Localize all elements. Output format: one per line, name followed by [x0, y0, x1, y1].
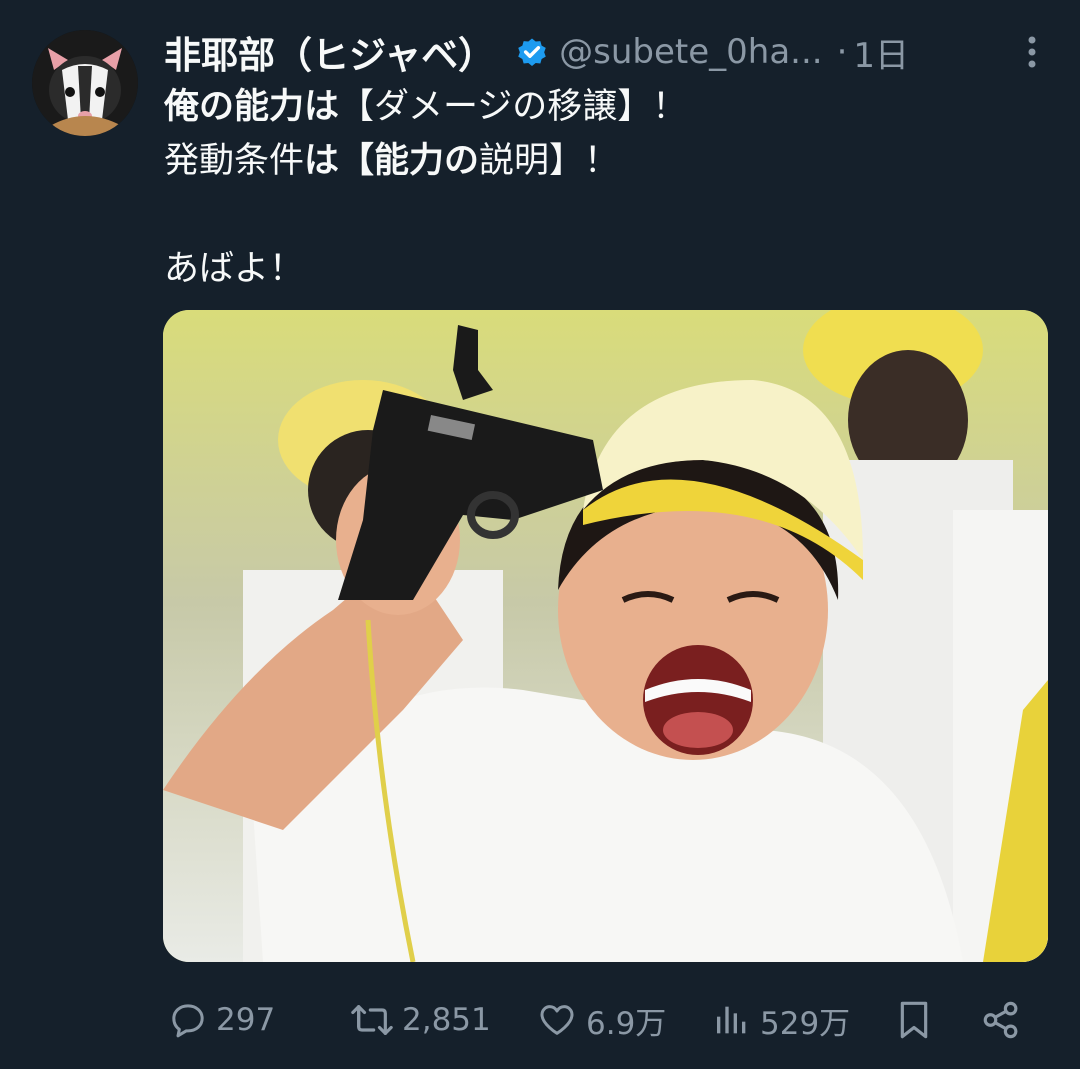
tweet-line-2-part-1: 発動条件	[164, 141, 305, 181]
tweet-action-bar: 297 2,851 6.9万 529万	[0, 990, 1080, 1050]
like-count: 6.9万	[586, 1005, 667, 1042]
avatar[interactable]	[32, 30, 138, 136]
tweet-line-1-rest: 【ダメージの移譲】！	[339, 87, 688, 127]
tweet-line-1-bold: 俺の能力は	[164, 87, 340, 127]
tweet-text: 俺の能力は【ダメージの移譲】！ 発動条件は【能力の説明】！ あばよ！	[164, 80, 1040, 296]
views-icon	[717, 1006, 746, 1034]
bookmark-icon	[900, 1001, 928, 1039]
bookmark-button[interactable]	[894, 990, 934, 1050]
tweet-line-4: あばよ！	[164, 249, 305, 289]
share-button[interactable]	[980, 990, 1022, 1050]
retweet-button[interactable]: 2,851	[350, 990, 491, 1050]
verified-badge-icon	[518, 38, 546, 67]
reply-count: 297	[216, 1002, 276, 1038]
author-name[interactable]: 非耶部（ヒジャベ）	[164, 25, 495, 79]
tweet-line-3	[164, 188, 1040, 242]
tweet-line-2: 発動条件は【能力の説明】！	[164, 134, 1040, 188]
photo-illustration	[163, 310, 1048, 962]
timestamp[interactable]: 1日	[853, 28, 909, 77]
tweet-header: 非耶部（ヒジャベ） @subete_0ha... · 1日	[164, 22, 1050, 82]
retweet-count: 2,851	[402, 1002, 491, 1038]
tweet-line-2-bold: は【能力の	[304, 141, 480, 181]
separator-dot: ·	[836, 32, 848, 72]
views-count: 529万	[760, 1005, 851, 1042]
like-button[interactable]: 6.9万	[536, 990, 666, 1050]
author-handle[interactable]: @subete_0ha...	[559, 32, 822, 72]
tweet-line-2-part-2: 説明	[479, 141, 550, 181]
retweet-icon	[351, 1005, 393, 1035]
views-button[interactable]: 529万	[712, 990, 850, 1050]
tweet-line-1: 俺の能力は【ダメージの移譲】！	[164, 80, 1040, 134]
more-icon[interactable]	[1014, 32, 1050, 72]
reply-button[interactable]: 297	[168, 990, 275, 1050]
reply-icon	[172, 1004, 204, 1038]
tweet-line-2-rest: 】！	[549, 141, 620, 181]
share-icon	[983, 1001, 1018, 1039]
tweet-media-photo[interactable]	[163, 310, 1048, 962]
heart-icon	[540, 1005, 574, 1035]
avatar-image	[32, 30, 138, 136]
